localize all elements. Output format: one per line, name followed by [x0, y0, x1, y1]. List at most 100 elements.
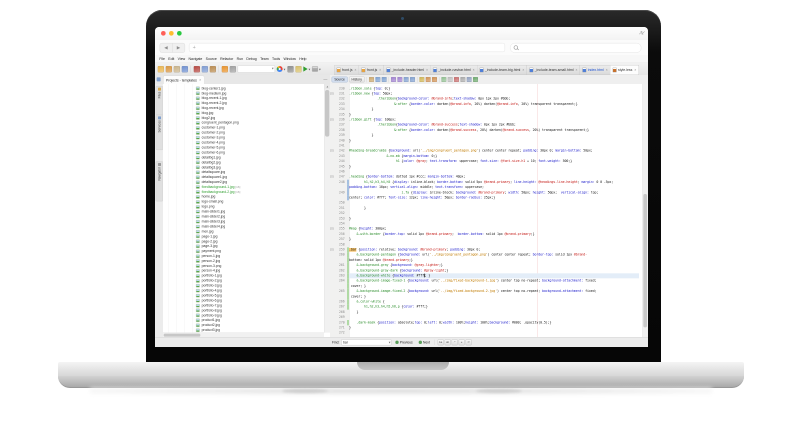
minimize-panel-icon[interactable]: — — [323, 77, 327, 82]
code-fold-icon[interactable] — [331, 248, 334, 251]
code-fold-icon[interactable] — [331, 227, 334, 230]
history-view-button[interactable]: History — [349, 77, 365, 83]
forward-icon[interactable] — [382, 77, 387, 82]
incremental-search-icon[interactable] — [397, 77, 402, 82]
minimize-traffic-light[interactable] — [169, 31, 174, 36]
tab-front.js[interactable]: front.js× — [359, 65, 384, 75]
file-name: portfolio-8.jpg — [202, 309, 222, 313]
editor-scroll-thumb[interactable] — [643, 194, 647, 327]
open-project-icon[interactable] — [174, 66, 180, 72]
tree-scroll-thumb[interactable] — [325, 90, 329, 137]
source-view-button[interactable]: Source — [332, 77, 348, 83]
code-fold-icon[interactable] — [331, 118, 334, 121]
comment-icon[interactable] — [441, 77, 446, 82]
find-selection-icon[interactable] — [391, 77, 396, 82]
tab-_include-team-big.html[interactable]: _include-team-big.html× — [477, 65, 527, 75]
undo-icon[interactable] — [222, 66, 228, 72]
copy-icon[interactable] — [202, 66, 208, 72]
dropdown-arrow-icon[interactable]: ▾ — [309, 67, 311, 71]
highlight-results-toggle[interactable]: ≡ — [459, 339, 465, 345]
code-fold-icon[interactable] — [331, 175, 334, 178]
dock-tab-files[interactable]: Files — [156, 86, 163, 115]
whole-words-toggle[interactable]: ab — [445, 339, 451, 345]
next-occurrence-icon[interactable] — [432, 77, 437, 82]
dock-tab-services[interactable]: Services — [156, 115, 163, 150]
close-icon[interactable]: × — [576, 68, 578, 72]
tab-_include-team-small.html[interactable]: _include-team-small.html× — [527, 65, 580, 75]
close-icon[interactable]: × — [426, 68, 428, 72]
menu-tools[interactable]: Tools — [270, 57, 282, 61]
close-icon[interactable]: × — [355, 68, 357, 72]
forward-button[interactable]: ▶ — [172, 43, 184, 52]
cut-icon[interactable] — [194, 66, 200, 72]
tab-_include-header.html[interactable]: _include-header.html× — [384, 65, 431, 75]
close-icon[interactable]: × — [473, 68, 475, 72]
code-fold-icon[interactable] — [331, 149, 334, 152]
match-case-toggle[interactable]: Aa — [438, 339, 444, 345]
prev-occurrence-icon[interactable] — [426, 77, 431, 82]
wrap-search-toggle[interactable]: ↺ — [466, 339, 472, 345]
back-icon[interactable] — [375, 77, 380, 82]
menu-run[interactable]: Run — [235, 57, 245, 61]
url-input[interactable]: + — [189, 43, 505, 52]
config-combobox[interactable] — [238, 65, 275, 72]
close-icon[interactable]: × — [199, 78, 201, 82]
menu-file[interactable]: File — [158, 57, 167, 61]
expand-icon[interactable]: ↗↙ — [638, 30, 643, 37]
deploy-icon[interactable] — [295, 66, 301, 72]
menu-source[interactable]: Source — [204, 57, 218, 61]
close-traffic-light[interactable] — [161, 31, 166, 36]
run-project-icon[interactable] — [303, 66, 307, 71]
redo-icon[interactable] — [230, 66, 236, 72]
back-button[interactable]: ◀ — [160, 43, 172, 52]
start-macro-icon[interactable] — [454, 77, 459, 82]
tab-_include-navbar.html[interactable]: _include-navbar.html× — [431, 65, 478, 75]
paste-icon[interactable] — [210, 66, 216, 72]
search-input[interactable] — [510, 43, 641, 53]
menu-view[interactable]: View — [176, 57, 187, 61]
find-previous-button[interactable]: Previous — [393, 339, 414, 345]
menu-edit[interactable]: Edit — [167, 57, 176, 61]
close-icon[interactable]: × — [379, 68, 381, 72]
dock-tab-navigator[interactable]: Navigator — [156, 161, 163, 201]
menu-debug[interactable]: Debug — [245, 57, 259, 61]
new-project-icon[interactable] — [166, 66, 172, 72]
clean-build-icon[interactable] — [287, 66, 293, 72]
zoom-traffic-light[interactable] — [177, 31, 182, 36]
uncomment-icon[interactable] — [448, 77, 453, 82]
code-editor[interactable]: 2302312322332342352362372382392402412422… — [330, 84, 648, 337]
tab-index.html[interactable]: index.html× — [580, 65, 610, 75]
stop-macro-icon[interactable] — [460, 77, 465, 82]
close-icon[interactable]: × — [634, 68, 636, 72]
dropdown-arrow-icon[interactable]: ▾ — [319, 67, 321, 71]
code-line[interactable] — [349, 330, 643, 335]
find-input[interactable]: bar — [341, 339, 391, 345]
file-name: main-slider2.jpg — [202, 215, 226, 219]
menu-team[interactable]: Team — [258, 57, 270, 61]
tab-style.less[interactable]: style.less× — [610, 65, 639, 75]
menu-window[interactable]: Window — [282, 57, 298, 61]
menu-refactor[interactable]: Refactor — [218, 57, 235, 61]
regex-toggle[interactable]: .* — [452, 339, 458, 345]
editor-vertical-scrollbar[interactable] — [642, 84, 648, 337]
menu-help[interactable]: Help — [298, 57, 309, 61]
menu-navigate[interactable]: Navigate — [187, 57, 204, 61]
find-next-button[interactable]: Next — [417, 339, 432, 345]
new-file-icon[interactable] — [158, 66, 164, 72]
last-edit-icon[interactable] — [369, 77, 374, 82]
tab-front.js[interactable]: front.js× — [334, 65, 359, 75]
indent-icon[interactable] — [467, 77, 472, 82]
save-all-icon[interactable] — [182, 66, 188, 72]
code-area[interactable]: .ribbon.sale {top: 0;}.ribbon.new {top: … — [349, 84, 643, 337]
code-fold-icon[interactable] — [331, 92, 334, 95]
dropdown-arrow-icon[interactable]: ▾ — [284, 67, 286, 71]
close-icon[interactable]: × — [606, 68, 608, 72]
next-match-icon[interactable] — [410, 77, 415, 82]
debug-project-icon[interactable] — [312, 66, 318, 71]
toggle-highlight-icon[interactable] — [419, 77, 424, 82]
bookmark-icon[interactable] — [473, 77, 478, 82]
close-icon[interactable]: × — [522, 68, 524, 72]
prev-match-icon[interactable] — [404, 77, 409, 82]
project-file-tree[interactable]: blog-center1.jpgblog-medium.jpgblog-rece… — [163, 84, 324, 333]
browser-chrome-icon[interactable] — [277, 66, 283, 72]
